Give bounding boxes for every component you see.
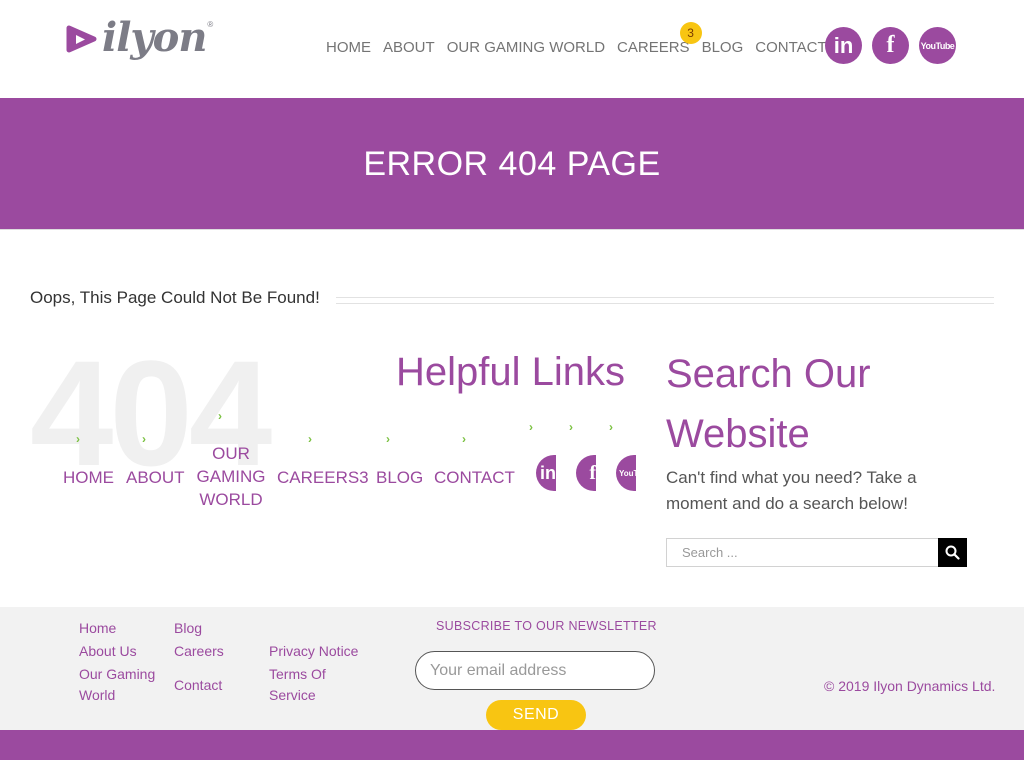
- footer-link-about-us[interactable]: About Us: [79, 641, 137, 662]
- facebook-icon[interactable]: f: [576, 455, 596, 491]
- nav-our-gaming-world[interactable]: OUR GAMING WORLD: [447, 38, 605, 58]
- logo-wordmark: ilyon: [102, 14, 207, 61]
- nav-careers-label: CAREERS: [617, 39, 690, 56]
- helpful-link-contact[interactable]: CONTACT: [434, 466, 515, 489]
- facebook-icon[interactable]: f: [872, 27, 909, 64]
- nav-about[interactable]: ABOUT: [383, 38, 435, 58]
- header-social-links: in f YouTube: [825, 27, 956, 64]
- chevron-right-icon: ›: [142, 432, 146, 446]
- site-logo[interactable]: ilyon ®: [66, 18, 213, 58]
- registered-mark: ®: [207, 19, 214, 29]
- page-title-bar: ERROR 404 PAGE: [0, 98, 1024, 230]
- youtube-icon[interactable]: YouTube: [616, 455, 636, 491]
- helpful-link-our-gaming-world[interactable]: OUR GAMING WORLD: [194, 442, 268, 511]
- linkedin-icon[interactable]: in: [536, 455, 556, 491]
- page-title: ERROR 404 PAGE: [363, 145, 661, 183]
- search-description: Can't find what you need? Take a moment …: [666, 468, 917, 513]
- heading-divider: [336, 297, 994, 304]
- footer-link-blog[interactable]: Blog: [174, 618, 202, 639]
- helpful-link-home[interactable]: HOME: [63, 466, 114, 489]
- chevron-right-icon: ›: [609, 420, 613, 434]
- chevron-right-icon: ›: [569, 420, 573, 434]
- footer-link-terms-of-service[interactable]: Terms Of Service: [269, 664, 359, 706]
- search-button[interactable]: [938, 538, 967, 567]
- search-icon: [945, 545, 960, 560]
- nav-home[interactable]: HOME: [326, 38, 371, 58]
- footer-bottom-bar: [0, 730, 1024, 760]
- careers-count-badge: 3: [679, 22, 702, 44]
- youtube-icon[interactable]: YouTube: [919, 27, 956, 64]
- chevron-right-icon: ›: [386, 432, 390, 446]
- chevron-right-icon: ›: [308, 432, 312, 446]
- site-header: ilyon ® HOME ABOUT OUR GAMING WORLD CARE…: [0, 0, 1024, 98]
- search-section-title: Search Our Website: [666, 352, 871, 456]
- nav-careers[interactable]: CAREERS 3: [617, 22, 702, 58]
- copyright-text: © 2019 Ilyon Dynamics Ltd.: [824, 678, 996, 694]
- main-nav: HOME ABOUT OUR GAMING WORLD CAREERS 3 BLO…: [326, 22, 827, 58]
- helpful-link-careers[interactable]: CAREERS3: [277, 466, 369, 489]
- linkedin-icon[interactable]: in: [825, 27, 862, 64]
- nav-blog[interactable]: BLOG: [702, 38, 744, 58]
- not-found-heading: Oops, This Page Could Not Be Found!: [30, 288, 320, 307]
- newsletter-send-button[interactable]: SEND: [486, 700, 586, 730]
- play-logo-icon: [66, 18, 98, 58]
- footer-link-home[interactable]: Home: [79, 618, 116, 639]
- chevron-right-icon: ›: [76, 432, 80, 446]
- helpful-link-blog[interactable]: BLOG: [376, 466, 423, 489]
- footer-link-careers[interactable]: Careers: [174, 641, 224, 662]
- chevron-right-icon: ›: [462, 432, 466, 446]
- footer-link-privacy-notice[interactable]: Privacy Notice: [269, 641, 358, 662]
- newsletter-email-input[interactable]: Your email address: [415, 651, 655, 690]
- newsletter-title: SUBSCRIBE TO OUR NEWSLETTER: [436, 619, 657, 633]
- chevron-right-icon: ›: [218, 409, 222, 423]
- footer-link-our-gaming-world[interactable]: Our Gaming World: [79, 664, 169, 706]
- helpful-links-title: Helpful Links: [396, 350, 626, 394]
- chevron-right-icon: ›: [529, 420, 533, 434]
- nav-contact[interactable]: CONTACT: [755, 38, 826, 58]
- footer-link-contact[interactable]: Contact: [174, 675, 222, 696]
- search-input[interactable]: Search ...: [666, 538, 939, 567]
- helpful-link-about[interactable]: ABOUT: [126, 466, 185, 489]
